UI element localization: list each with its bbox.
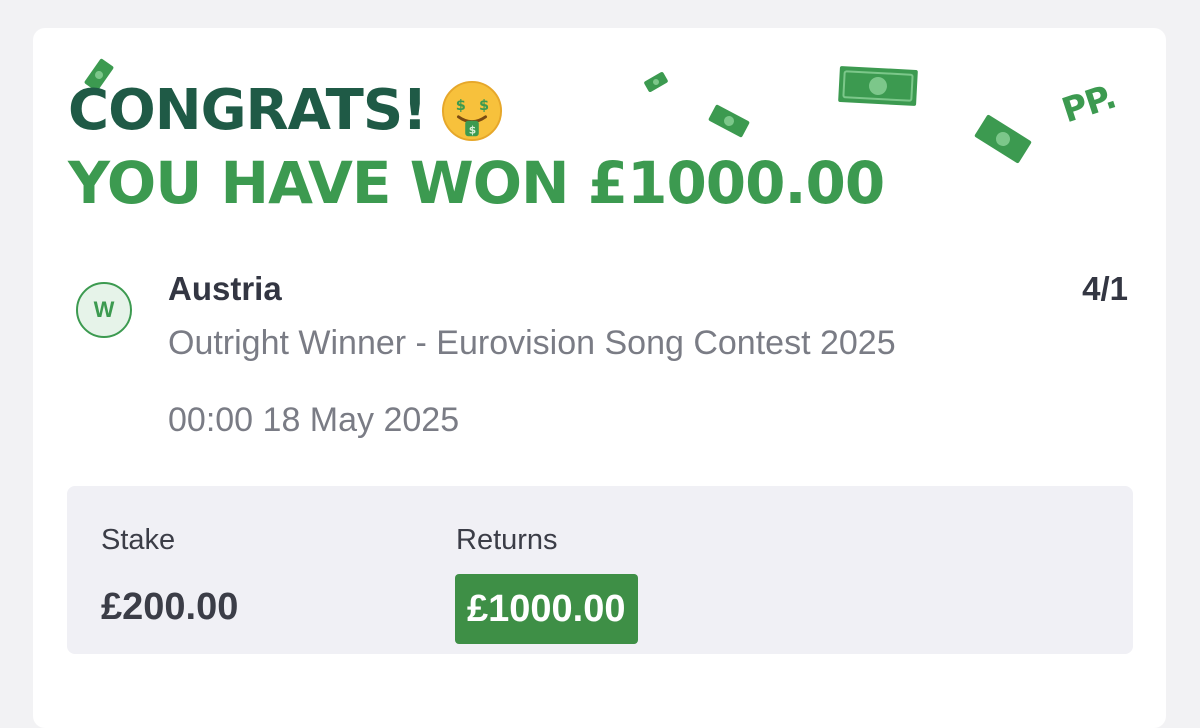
odds-value: 4/1: [1082, 270, 1128, 307]
bet-summary-panel: Stake £200.00 Returns £1000.00: [67, 486, 1133, 654]
returns-value: £1000.00: [455, 574, 638, 644]
congrats-text: CONGRATS!: [68, 78, 428, 143]
stake-value: £200.00: [101, 586, 239, 628]
svg-text:$: $: [456, 98, 466, 114]
market-name: Outright Winner - Eurovision Song Contes…: [168, 324, 896, 362]
svg-text:$: $: [479, 98, 489, 114]
win-headline: CONGRATS! $ $ $ YOU HAVE WON £1000.00: [68, 80, 885, 217]
money-bill-icon: [974, 114, 1032, 164]
stake-label: Stake: [101, 524, 176, 556]
money-mouth-face-icon: $ $ $: [441, 80, 502, 142]
svg-text:$: $: [469, 123, 476, 136]
event-datetime: 00:00 18 May 2025: [168, 401, 460, 439]
selection-name: Austria: [168, 270, 282, 307]
returns-label: Returns: [456, 524, 558, 556]
win-result-badge: W: [76, 282, 132, 338]
won-amount-heading: YOU HAVE WON £1000.00: [68, 149, 885, 217]
congrats-heading: CONGRATS! $ $ $: [68, 80, 884, 142]
